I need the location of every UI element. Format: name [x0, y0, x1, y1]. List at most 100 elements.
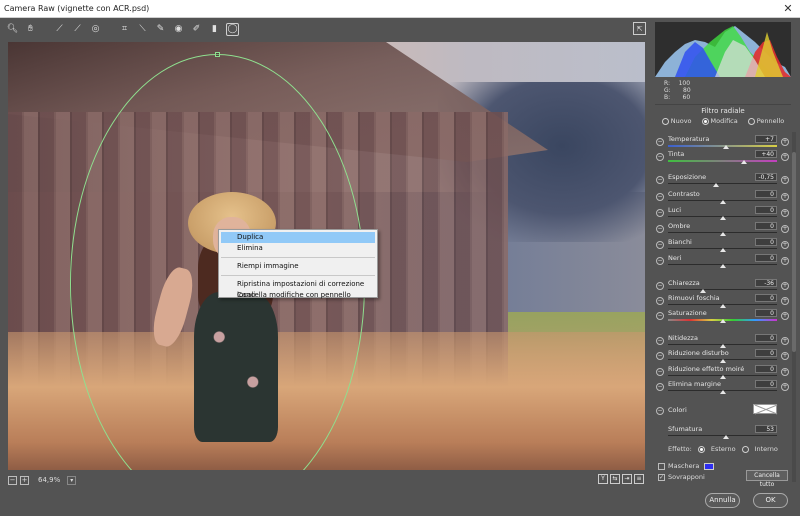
radio-icon[interactable] — [701, 117, 709, 125]
slider-knob[interactable] — [719, 375, 726, 379]
slider-value[interactable]: +40 — [755, 150, 777, 158]
graduated-filter-icon[interactable]: ▮ — [208, 23, 221, 36]
minus-icon[interactable]: − — [656, 138, 664, 146]
radio-icon[interactable] — [741, 445, 749, 453]
close-icon[interactable]: ✕ — [776, 2, 800, 15]
slider-knob[interactable] — [719, 304, 726, 308]
reset-all-button[interactable]: Cancella tutto — [746, 470, 788, 488]
zoom-icon[interactable]: 🔍︎ — [6, 23, 19, 36]
slider-value[interactable]: 0 — [755, 349, 777, 357]
slider-value[interactable]: 0 — [755, 190, 777, 198]
copy-settings-icon[interactable]: ⇥ — [622, 474, 632, 484]
slider-value[interactable]: 0 — [755, 238, 777, 246]
slider-knob[interactable] — [712, 183, 719, 187]
minus-icon[interactable]: − — [656, 337, 664, 345]
minus-icon[interactable]: − — [656, 241, 664, 249]
minus-icon[interactable]: − — [656, 193, 664, 201]
slider-knob[interactable] — [719, 359, 726, 363]
sfumatura-knob[interactable] — [722, 435, 729, 439]
slider-value[interactable]: 0 — [755, 294, 777, 302]
plus-icon[interactable]: + — [781, 312, 789, 320]
sovrapponi-checkbox[interactable]: ✓ — [658, 473, 665, 481]
plus-icon[interactable]: + — [781, 368, 789, 376]
slider-knob[interactable] — [719, 248, 726, 252]
white-balance-icon[interactable]: ⟋ — [53, 23, 66, 36]
menu-item-riempi-immagine[interactable]: Riempi immagine — [219, 261, 377, 272]
radio-icon[interactable] — [697, 445, 705, 453]
plus-icon[interactable]: + — [781, 225, 789, 233]
effetto-esterno[interactable]: Esterno — [711, 445, 736, 453]
slider-value[interactable]: -36 — [755, 279, 777, 287]
color-swatch[interactable] — [753, 404, 777, 414]
effetto-interno[interactable]: Interno — [755, 445, 778, 453]
slider-track[interactable] — [668, 289, 777, 290]
hand-icon[interactable]: ✋︎ — [24, 23, 37, 36]
plus-icon[interactable]: + — [781, 297, 789, 305]
minus-icon[interactable]: − — [656, 176, 664, 184]
slider-knob[interactable] — [719, 216, 726, 220]
adjustment-brush-icon[interactable]: ✐ — [190, 23, 203, 36]
color-sampler-icon[interactable]: ⟋ — [71, 23, 84, 36]
scrollbar-thumb[interactable] — [792, 152, 796, 352]
settings-menu-icon[interactable]: ≡ — [634, 474, 644, 484]
slider-track[interactable] — [668, 160, 777, 162]
spot-removal-icon[interactable]: ✎ — [154, 23, 167, 36]
slider-value[interactable]: 0 — [755, 254, 777, 262]
slider-value[interactable]: 0 — [755, 206, 777, 214]
red-eye-icon[interactable]: ◉ — [172, 23, 185, 36]
plus-icon[interactable]: + — [781, 383, 789, 391]
plus-icon[interactable]: + — [781, 153, 789, 161]
crop-icon[interactable]: ⌗ — [118, 23, 131, 36]
menu-item-ripristina[interactable]: Ripristina impostazioni di correzione lo… — [219, 279, 377, 299]
fullscreen-icon[interactable]: ⇱ — [633, 22, 646, 35]
maschera-checkbox[interactable] — [658, 462, 665, 470]
plus-icon[interactable]: + — [781, 352, 789, 360]
slider-knob[interactable] — [719, 264, 726, 268]
slider-value[interactable]: 0 — [755, 222, 777, 230]
slider-knob[interactable] — [741, 160, 748, 164]
slider-value[interactable]: 0 — [755, 380, 777, 388]
minus-icon[interactable]: − — [656, 383, 664, 391]
slider-knob[interactable] — [719, 390, 726, 394]
slider-knob[interactable] — [719, 344, 726, 348]
slider-knob[interactable] — [722, 145, 729, 149]
zoom-dropdown-icon[interactable]: ▾ — [67, 475, 77, 485]
plus-icon[interactable]: + — [781, 176, 789, 184]
minus-icon[interactable]: − — [656, 153, 664, 161]
plus-icon[interactable]: + — [781, 193, 789, 201]
straighten-icon[interactable]: ⟍ — [136, 23, 149, 36]
menu-item-elimina[interactable]: Elimina — [219, 243, 377, 254]
slider-value[interactable]: 0 — [755, 365, 777, 373]
targeted-adjust-icon[interactable]: ◎ — [89, 23, 102, 36]
panel-scrollbar[interactable] — [792, 132, 796, 482]
slider-knob[interactable] — [719, 232, 726, 236]
slider-value[interactable]: -0,75 — [755, 173, 777, 181]
plus-icon[interactable]: + — [781, 209, 789, 217]
slider-knob[interactable] — [699, 289, 706, 293]
sfumatura-value[interactable]: 53 — [755, 425, 777, 433]
minus-icon[interactable]: − — [656, 368, 664, 376]
plus-icon[interactable]: + — [781, 257, 789, 265]
radial-filter-icon[interactable]: ◯ — [226, 22, 239, 36]
zoom-out-button[interactable]: − — [8, 475, 17, 485]
zoom-in-button[interactable]: + — [20, 475, 29, 485]
slider-knob[interactable] — [719, 319, 726, 323]
before-after-y-icon[interactable]: Y — [598, 474, 608, 484]
mask-color-swatch[interactable] — [704, 462, 715, 470]
radial-filter-handle[interactable] — [215, 52, 220, 57]
slider-value[interactable]: 0 — [755, 334, 777, 342]
plus-icon[interactable]: + — [781, 138, 789, 146]
minus-icon[interactable]: − — [656, 257, 664, 265]
minus-icon[interactable]: − — [656, 297, 664, 305]
plus-icon[interactable]: + — [781, 241, 789, 249]
plus-icon[interactable]: + — [781, 337, 789, 345]
ok-button[interactable]: OK — [753, 493, 788, 508]
minus-icon[interactable]: − — [656, 225, 664, 233]
slider-value[interactable]: +7 — [755, 135, 777, 143]
menu-item-duplica[interactable]: Duplica — [221, 232, 375, 243]
cancel-button[interactable]: Annulla — [705, 493, 740, 508]
mode-pennello[interactable]: Pennello — [747, 117, 784, 125]
slider-value[interactable]: 0 — [755, 309, 777, 317]
minus-icon[interactable]: − — [656, 312, 664, 320]
slider-track[interactable] — [668, 183, 777, 184]
